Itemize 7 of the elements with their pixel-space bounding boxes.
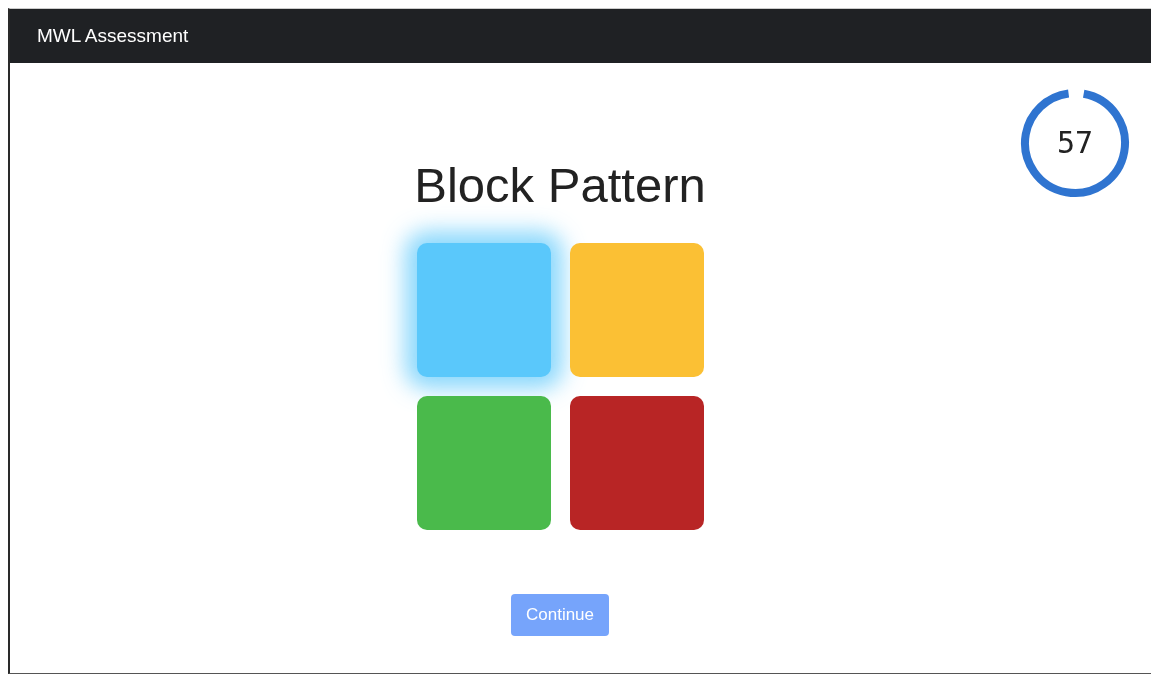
color-block[interactable] xyxy=(569,396,704,530)
app-title: MWL Assessment xyxy=(37,25,189,47)
color-block[interactable] xyxy=(569,243,704,377)
countdown-reading: 57 xyxy=(1055,125,1095,161)
color-block[interactable] xyxy=(416,396,551,530)
heading: Block Pattern xyxy=(414,157,706,213)
color-block[interactable] xyxy=(416,243,551,377)
